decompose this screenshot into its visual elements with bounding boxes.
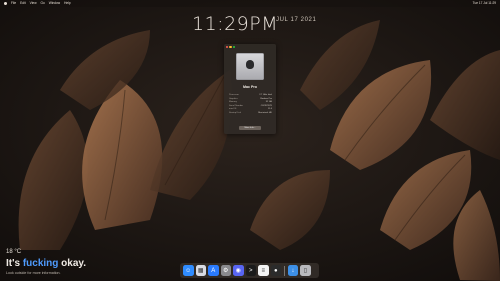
tagline-prefix: It's (6, 258, 23, 269)
desktop-clock-date: JUL 17 2021 (276, 17, 317, 23)
about-this-mac-window[interactable]: Mac Pro Processor 2.7 GHz Intel Graphics R… (224, 44, 276, 134)
discord-icon[interactable]: ◉ (233, 265, 244, 276)
app-store-icon[interactable]: A (208, 265, 219, 276)
zoom-button[interactable] (232, 46, 235, 49)
spec-list: Processor 2.7 GHz Intel Graphics Radeon Pr… (229, 94, 272, 116)
weather-tagline: It's fucking okay. (6, 258, 86, 269)
menu-go[interactable]: Go (41, 0, 45, 7)
weather-subtext: Look outside for more information. (6, 271, 61, 275)
apple-logo-icon (246, 60, 254, 69)
spec-value: Macintosh HD (258, 111, 272, 114)
menu-window[interactable]: Window (49, 0, 60, 7)
menu-bar-left: File Edit View Go Window Help (4, 0, 71, 7)
finder-icon[interactable]: ☺ (183, 265, 194, 276)
close-button[interactable] (226, 46, 229, 49)
more-info-button[interactable]: More Info... (239, 126, 261, 130)
spec-row: Startup Disk Macintosh HD (229, 112, 272, 116)
mac-model-name: Mac Pro (243, 85, 257, 89)
menu-bar-clock[interactable]: Tue 17 Jul 11:29 (473, 0, 496, 7)
menu-bar-right: Tue 17 Jul 11:29 (473, 0, 496, 7)
tagline-suffix: okay. (58, 258, 86, 269)
launchpad-icon[interactable]: ▦ (195, 265, 206, 276)
github-icon[interactable]: ● (270, 265, 281, 276)
menu-view[interactable]: View (30, 0, 37, 7)
apple-menu-icon[interactable] (4, 1, 7, 6)
menu-edit[interactable]: Edit (20, 0, 26, 7)
mac-pro-image (236, 53, 264, 80)
menu-help[interactable]: Help (64, 0, 71, 7)
downloads-folder-icon[interactable]: ↓ (287, 265, 299, 276)
terminal-icon[interactable]: > (245, 265, 256, 276)
spec-key: Startup Disk (229, 111, 241, 114)
dock: ☺ ▦ A ⚙ ◉ > ≡ ● ↓ ▯ (180, 263, 319, 278)
minimize-button[interactable] (229, 46, 232, 49)
settings-icon[interactable]: ⚙ (220, 265, 231, 276)
wallpaper-leaves (0, 0, 500, 281)
window-controls (226, 46, 235, 49)
menu-bar: File Edit View Go Window Help Tue 17 Jul… (0, 0, 500, 7)
trash-icon[interactable]: ▯ (300, 265, 311, 276)
tagline-highlight: fucking (22, 258, 59, 269)
menu-file[interactable]: File (11, 0, 16, 7)
weather-temperature: 18 °C (6, 249, 22, 255)
notes-icon[interactable]: ≡ (258, 265, 269, 276)
dock-separator (284, 265, 285, 276)
